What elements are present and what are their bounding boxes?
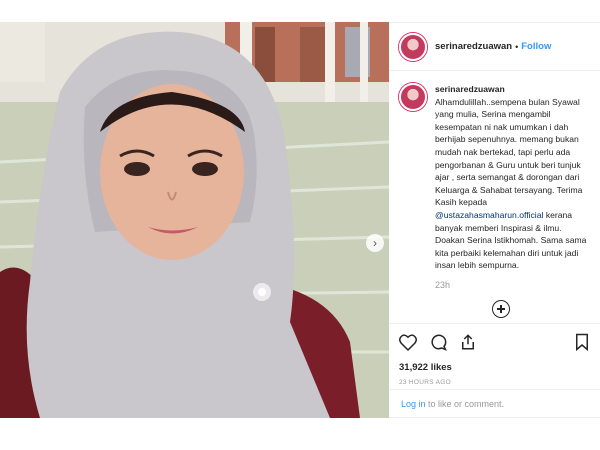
caption-block: serinaredzuawan Alhamdulillah..sempena b… [389, 71, 600, 272]
caption-text: serinaredzuawan Alhamdulillah..sempena b… [435, 83, 590, 272]
separator-dot: • [515, 41, 519, 52]
caption-time: 23h [435, 279, 451, 290]
post-date: 23 HOURS AGO [399, 379, 452, 386]
login-link[interactable]: Log in [401, 399, 426, 409]
heart-icon[interactable] [399, 333, 417, 351]
mention-link[interactable]: @ustazahasmaharun.official [435, 210, 543, 220]
photo-illustration [0, 22, 389, 418]
post-side-panel: serinaredzuawan • Follow serinaredzuawan… [389, 22, 600, 418]
comment-icon[interactable] [429, 333, 447, 351]
username-link[interactable]: serinaredzuawan [435, 41, 512, 52]
share-icon[interactable] [459, 333, 477, 351]
login-prompt: Log in to like or comment. [389, 389, 600, 419]
login-suffix: to like or comment. [425, 399, 505, 409]
post-photo: › [0, 22, 389, 418]
caption-body-part1: Alhamdulillah..sempena bulan Syawal yang… [435, 96, 583, 208]
action-icons [399, 332, 590, 352]
likes-count[interactable]: 31,922 likes [399, 362, 590, 373]
caption-avatar[interactable] [399, 83, 427, 111]
caption-username[interactable]: serinaredzuawan [435, 83, 590, 96]
action-bar: 31,922 likes 23 HOURS AGO [389, 323, 600, 386]
post-header: serinaredzuawan • Follow [389, 23, 600, 71]
follow-button[interactable]: Follow [521, 41, 551, 52]
plus-circle-icon[interactable] [492, 300, 510, 318]
chevron-right-icon[interactable]: › [366, 234, 384, 252]
avatar[interactable] [399, 32, 427, 61]
bookmark-icon[interactable] [574, 333, 590, 351]
